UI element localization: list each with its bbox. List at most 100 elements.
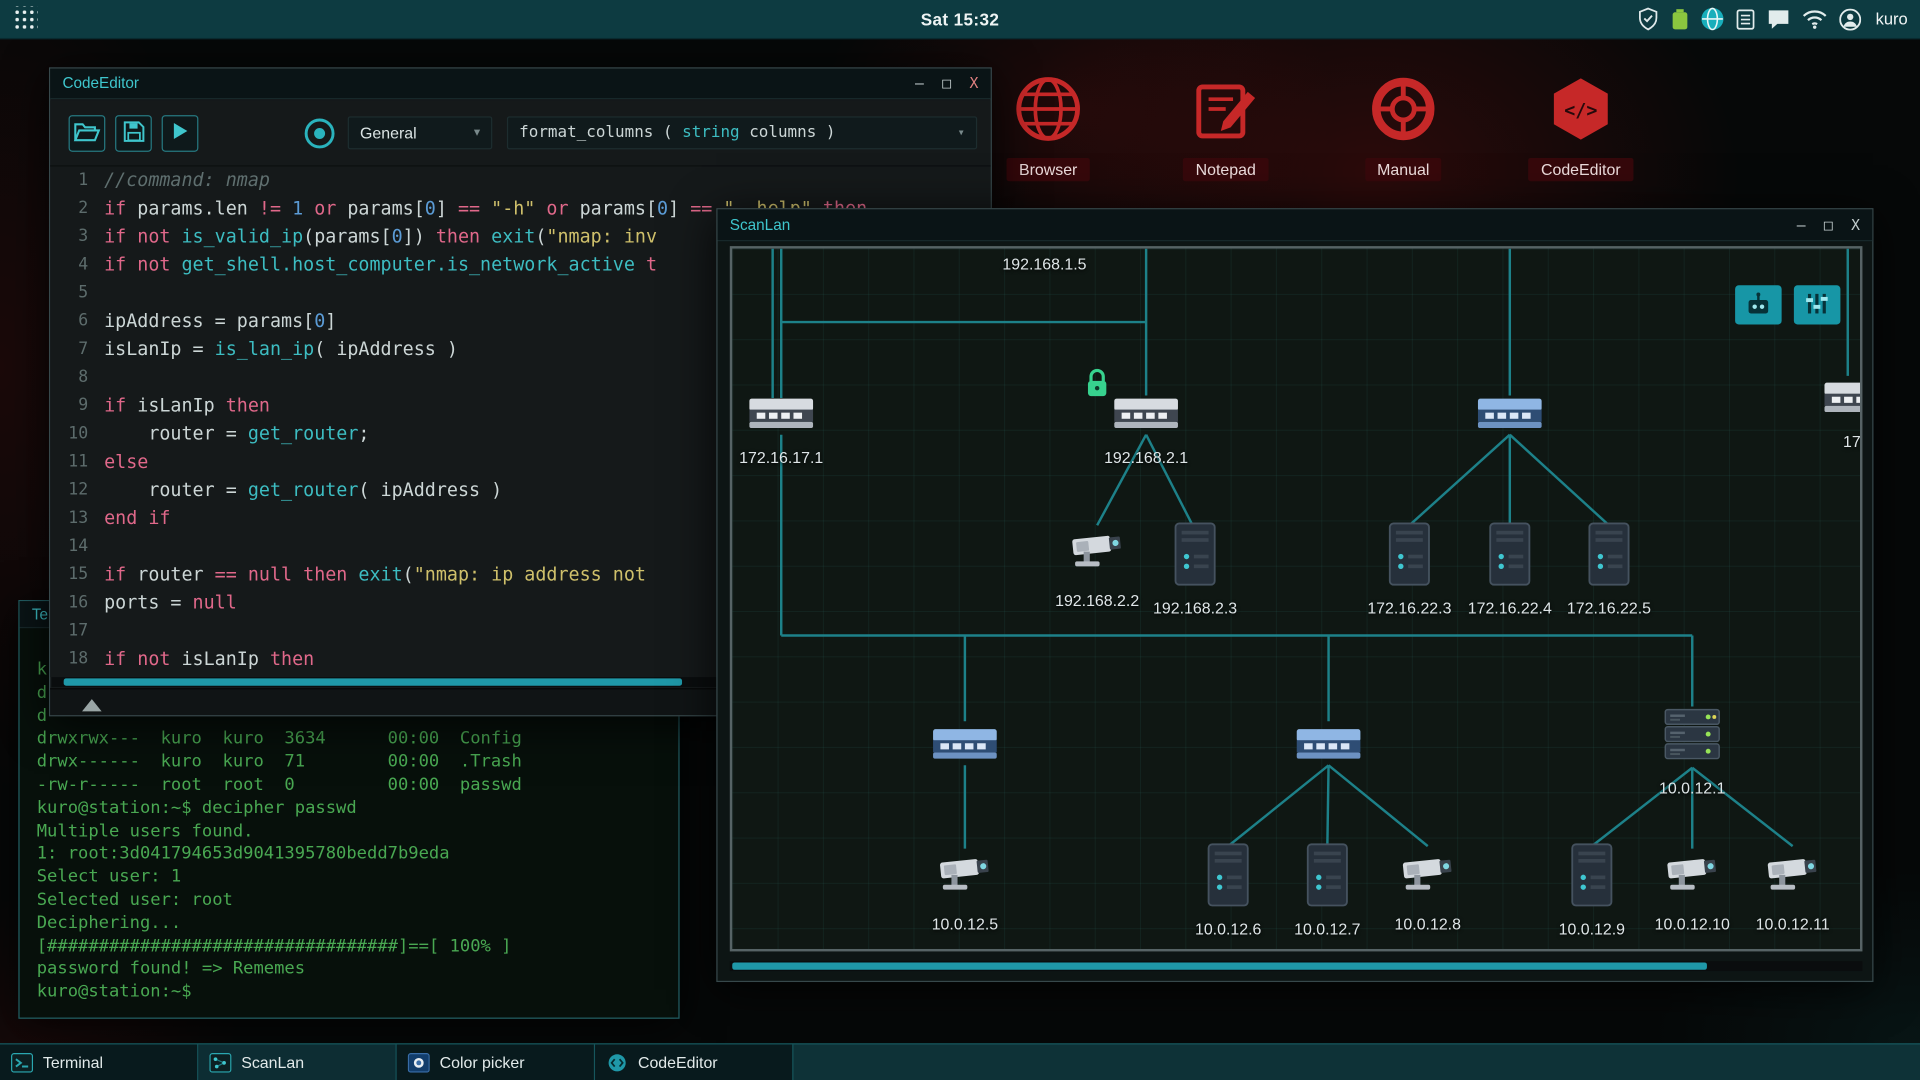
network-node-10.0.12.9[interactable] bbox=[1570, 843, 1614, 913]
network-node-10.0.12.7[interactable] bbox=[1305, 843, 1349, 913]
network-node-172.16.17.1[interactable] bbox=[748, 395, 814, 438]
line-number: 6 bbox=[78, 311, 89, 331]
close-button[interactable]: X bbox=[970, 75, 979, 92]
terminal-line: [##################################]==[ … bbox=[36, 936, 512, 956]
save-button[interactable] bbox=[115, 114, 152, 152]
network-node-10.0.12.6[interactable] bbox=[1206, 843, 1250, 913]
scrollbar-thumb[interactable] bbox=[732, 962, 1707, 970]
battery-icon[interactable] bbox=[1671, 8, 1688, 30]
maximize-button[interactable]: □ bbox=[942, 75, 951, 92]
switch-blue-icon bbox=[932, 729, 998, 767]
node-ip-label: 10.0.12.6 bbox=[1194, 919, 1262, 938]
signature-dropdown[interactable]: format_columns ( string columns ) ▾ bbox=[506, 116, 978, 150]
toolbar-buttons bbox=[68, 114, 199, 152]
scroll-up-arrow-icon[interactable] bbox=[82, 699, 102, 712]
shield-icon[interactable] bbox=[1637, 7, 1659, 31]
chevron-down-icon: ▾ bbox=[473, 126, 480, 140]
taskbar-item-codeeditor[interactable]: CodeEditor bbox=[595, 1044, 794, 1080]
category-icon bbox=[304, 117, 336, 149]
terminal-line: kuro@station:~$ bbox=[36, 982, 192, 1002]
filter-button[interactable] bbox=[1793, 285, 1841, 325]
network-node-192.168.2.3[interactable] bbox=[1173, 522, 1217, 592]
scanlan-window: ScanLan – □ X 172.16.17.1192.168.2.11721… bbox=[716, 208, 1874, 983]
network-node-switch-blue[interactable] bbox=[1477, 395, 1543, 438]
terminal-line: kuro@station:~$ decipher passwd bbox=[36, 798, 357, 818]
hexcode-icon: </> bbox=[1547, 73, 1616, 144]
node-ip-label: 172.16.17.1 bbox=[739, 448, 824, 467]
clock: Sat 15:32 bbox=[920, 9, 1000, 29]
camera-icon bbox=[937, 859, 993, 900]
robot-button[interactable] bbox=[1735, 285, 1782, 325]
network-map[interactable]: 172.16.17.1 192.168.2.1 172 192.168.2.2 192.… bbox=[729, 246, 1863, 952]
codeeditor-titlebar[interactable]: CodeEditor – □ X bbox=[50, 68, 991, 100]
taskbar-item-label: Color picker bbox=[439, 1053, 525, 1072]
minimize-button[interactable]: – bbox=[915, 75, 924, 92]
desktop-icons: Browser Notepad Manual </> CodeEditor bbox=[975, 73, 1655, 182]
network-node-192.168.2.2[interactable] bbox=[1069, 527, 1125, 577]
line-number: 3 bbox=[78, 226, 89, 247]
terminal-line: drwx------ kuro kuro 71 00:00 .Trash bbox=[36, 752, 522, 772]
network-node-192.168.2.1[interactable] bbox=[1087, 368, 1179, 438]
network-node-172.16.22.3[interactable] bbox=[1387, 522, 1431, 592]
close-button[interactable]: X bbox=[1851, 216, 1860, 233]
open-file-button[interactable] bbox=[68, 114, 106, 152]
network-node-switch-blue[interactable] bbox=[1296, 726, 1362, 769]
line-number: 5 bbox=[78, 282, 89, 303]
network-icon[interactable] bbox=[1700, 7, 1724, 31]
map-buttons bbox=[1735, 285, 1841, 325]
color-picker-icon bbox=[407, 1052, 430, 1073]
terminal-line: drwxrwx--- kuro kuro 3634 00:00 Config bbox=[36, 729, 522, 749]
desktop-icon-codeeditor[interactable]: </> CodeEditor bbox=[1507, 73, 1654, 182]
camera-icon bbox=[1069, 535, 1125, 576]
line-number: 1 bbox=[78, 170, 89, 190]
desktop-icon-label: Notepad bbox=[1183, 157, 1269, 182]
terminal-line: Deciphering... bbox=[36, 913, 182, 933]
network-node-10.0.12.1[interactable] bbox=[1664, 708, 1720, 768]
maximize-button[interactable]: □ bbox=[1824, 216, 1833, 233]
topbar: Sat 15:32 kuro bbox=[0, 0, 1920, 40]
network-node-172.16.22.4[interactable] bbox=[1488, 522, 1532, 592]
scanlan-titlebar[interactable]: ScanLan – □ X bbox=[717, 209, 1873, 242]
minimize-button[interactable]: – bbox=[1797, 216, 1806, 233]
line-number: 9 bbox=[78, 395, 89, 416]
codeeditor-icon bbox=[606, 1052, 628, 1072]
network-node-10.0.12.10[interactable] bbox=[1664, 850, 1720, 900]
line-number: 16 bbox=[68, 592, 89, 613]
taskbar-items: Terminal ScanLan Color picker CodeEditor bbox=[0, 1044, 794, 1080]
terminal-line: Selected user: root bbox=[36, 890, 233, 910]
user-icon[interactable] bbox=[1838, 8, 1861, 30]
app-launcher-icon[interactable] bbox=[12, 6, 38, 32]
desktop-icon-notepad[interactable]: Notepad bbox=[1152, 73, 1299, 182]
network-node-172.16.22.5[interactable] bbox=[1587, 522, 1631, 592]
scrollbar-thumb[interactable] bbox=[63, 678, 683, 686]
taskbar-item-terminal[interactable]: Terminal bbox=[0, 1044, 199, 1080]
network-node-10.0.12.8[interactable] bbox=[1400, 850, 1456, 900]
system-tray: kuro bbox=[1637, 7, 1908, 31]
network-node-172[interactable] bbox=[1823, 379, 1860, 422]
desktop-icon-manual[interactable]: Manual bbox=[1330, 73, 1477, 182]
line-number: 12 bbox=[68, 480, 89, 500]
network-node-switch-blue[interactable] bbox=[932, 726, 998, 769]
editor-toolbar: General ▾ format_columns ( string column… bbox=[50, 100, 991, 167]
pc-icon bbox=[1488, 522, 1532, 591]
desktop-icon-browser[interactable]: Browser bbox=[975, 73, 1122, 182]
switch-gray-icon bbox=[748, 398, 814, 437]
node-ip-label: 172.16.22.3 bbox=[1367, 598, 1452, 618]
taskbar-item-color-picker[interactable]: Color picker bbox=[396, 1044, 596, 1080]
node-ip-label: 192.168.2.3 bbox=[1153, 598, 1238, 618]
camera-icon bbox=[1664, 859, 1720, 900]
run-button[interactable] bbox=[161, 114, 199, 152]
wifi-icon[interactable] bbox=[1802, 9, 1827, 29]
desktop-stage: Browser Notepad Manual </> CodeEditor Sat 15… bbox=[0, 0, 1920, 1080]
network-node-10.0.12.11[interactable] bbox=[1764, 850, 1820, 900]
taskbar-item-scanlan[interactable]: ScanLan bbox=[198, 1044, 397, 1080]
run-icon bbox=[170, 121, 190, 144]
chat-icon[interactable] bbox=[1767, 8, 1790, 30]
network-node-10.0.12.5[interactable] bbox=[937, 850, 993, 900]
map-horizontal-scrollbar[interactable] bbox=[729, 961, 1863, 972]
list-icon[interactable] bbox=[1736, 8, 1755, 30]
desktop-icon-label: Manual bbox=[1364, 157, 1442, 182]
node-ip-label: 172.16.22.5 bbox=[1566, 598, 1652, 618]
window-controls: – □ X bbox=[1797, 216, 1860, 233]
category-dropdown[interactable]: General ▾ bbox=[347, 116, 493, 150]
